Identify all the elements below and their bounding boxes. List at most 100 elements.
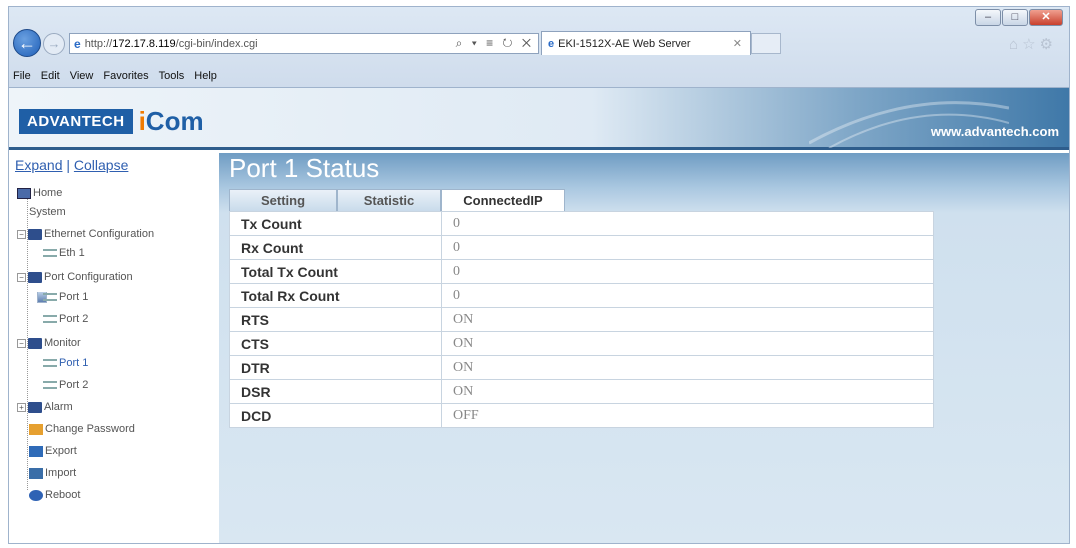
home-icon[interactable]: ⌂: [1009, 36, 1022, 53]
tree-item-export[interactable]: Export: [29, 443, 77, 459]
row-label: Rx Count: [229, 235, 442, 260]
tree-item-import[interactable]: Import: [29, 465, 76, 481]
tree-item-monitor-port1[interactable]: Port 1: [43, 355, 88, 371]
tree-item-eth1[interactable]: Eth 1: [43, 245, 85, 261]
row-label: Tx Count: [229, 211, 442, 236]
serial-port-icon: [43, 359, 57, 367]
export-icon: [29, 445, 43, 457]
forward-button[interactable]: →: [43, 33, 65, 55]
collapse-link[interactable]: Collapse: [74, 157, 128, 173]
tree-item-port-config-port2[interactable]: Port 2: [43, 311, 88, 327]
url-path: /cgi-bin/index.cgi: [175, 37, 258, 50]
tree-item-port-configuration[interactable]: − Port Configuration: [17, 269, 133, 285]
tab-connectedip[interactable]: ConnectedIP: [441, 189, 565, 211]
banner-site-url: www.advantech.com: [930, 124, 1059, 139]
row-value: 0: [441, 283, 934, 308]
row-value: OFF: [441, 403, 934, 428]
expand-collapse-links: Expand | Collapse: [9, 153, 219, 173]
address-bar[interactable]: e http://172.17.8.119/cgi-bin/index.cgi …: [69, 33, 539, 54]
status-tabs: Setting Statistic ConnectedIP: [229, 189, 565, 211]
menu-tools[interactable]: Tools: [159, 70, 185, 82]
logo-icom: iCom: [138, 106, 204, 136]
row-value: 0: [441, 211, 934, 236]
tree-item-monitor[interactable]: − Monitor: [17, 335, 81, 351]
menu-bar: File Edit View Favorites Tools Help: [9, 65, 1069, 87]
row-label: RTS: [229, 307, 442, 332]
main-content: Port 1 Status Setting Statistic Connecte…: [219, 153, 1069, 543]
toolbar-icons: ⌂☆⚙: [1009, 35, 1057, 53]
status-table: Tx Count 0 Rx Count 0 Total Tx Count 0 Tota…: [229, 211, 934, 428]
serial-port-icon: [43, 293, 57, 301]
serial-port-icon: [43, 315, 57, 323]
menu-favorites[interactable]: Favorites: [103, 70, 148, 82]
gear-icon[interactable]: ⚙: [1040, 36, 1057, 53]
home-icon: [17, 187, 31, 199]
folder-icon: [28, 271, 42, 283]
back-button[interactable]: ←: [13, 29, 41, 57]
new-tab-button[interactable]: [751, 33, 781, 54]
collapse-toggle-icon[interactable]: −: [17, 338, 26, 348]
table-row: Total Tx Count 0: [229, 259, 934, 284]
menu-help[interactable]: Help: [194, 70, 217, 82]
arrow-right-icon: →: [47, 36, 61, 51]
url-prefix: http://: [84, 37, 113, 50]
folder-icon: [28, 228, 42, 240]
row-label: DTR: [229, 355, 442, 380]
tree-item-port-config-port1[interactable]: Port 1: [43, 289, 88, 305]
star-icon[interactable]: ☆: [1022, 36, 1039, 53]
menu-view[interactable]: View: [70, 70, 94, 82]
menu-file[interactable]: File: [13, 70, 31, 82]
banner: ADVANTECH iCom www.advantech.com: [9, 88, 1069, 150]
import-icon: [29, 467, 43, 479]
row-value: ON: [441, 307, 934, 332]
tree-item-change-password[interactable]: Change Password: [29, 421, 135, 437]
browser-tab[interactable]: e EKI-1512X-AE Web Server ✕: [541, 31, 751, 55]
collapse-toggle-icon[interactable]: −: [17, 272, 26, 282]
folder-icon: [28, 337, 42, 349]
maximize-button[interactable]: □: [1002, 9, 1028, 26]
table-row: CTS ON: [229, 331, 934, 356]
url-host: 172.17.8.119: [112, 37, 176, 50]
tree-item-alarm[interactable]: + Alarm: [17, 399, 73, 415]
ie-logo-icon: e: [548, 37, 555, 50]
close-window-button[interactable]: ✕: [1029, 9, 1063, 26]
tree-item-reboot[interactable]: Reboot: [29, 487, 80, 503]
tree-item-ethernet-configuration[interactable]: − Ethernet Configuration: [17, 226, 154, 242]
plug-icon: [43, 249, 57, 257]
window-controls: – □ ✕: [975, 9, 1063, 26]
tab-statistic[interactable]: Statistic: [337, 189, 441, 211]
tree-item-monitor-port2[interactable]: Port 2: [43, 377, 88, 393]
table-row: Total Rx Count 0: [229, 283, 934, 308]
reboot-icon: [29, 489, 43, 501]
tab-title: EKI-1512X-AE Web Server: [558, 37, 691, 50]
table-row: Rx Count 0: [229, 235, 934, 260]
tree-item-system[interactable]: System: [29, 204, 66, 303]
row-value: 0: [441, 235, 934, 260]
logo-advantech: ADVANTECH: [19, 109, 133, 134]
sidebar: Expand | Collapse Home System − Ethernet …: [9, 153, 219, 543]
table-row: DTR ON: [229, 355, 934, 380]
serial-port-icon: [43, 381, 57, 389]
table-row: DSR ON: [229, 379, 934, 404]
browser-chrome: – □ ✕ ← → e http://172.17.8.119/cgi-bin/…: [8, 6, 1070, 88]
web-page: ADVANTECH iCom www.advantech.com Expand …: [8, 88, 1070, 544]
row-label: Total Rx Count: [229, 283, 442, 308]
collapse-toggle-icon[interactable]: −: [17, 229, 26, 239]
tab-setting[interactable]: Setting: [229, 189, 337, 211]
table-row: DCD OFF: [229, 403, 934, 428]
minimize-button[interactable]: –: [975, 9, 1001, 26]
expand-link[interactable]: Expand: [15, 157, 62, 173]
expand-toggle-icon[interactable]: +: [17, 402, 26, 412]
row-label: Total Tx Count: [229, 259, 442, 284]
table-row: RTS ON: [229, 307, 934, 332]
tree-item-home[interactable]: Home: [17, 185, 62, 201]
tab-close-icon[interactable]: ✕: [733, 37, 742, 50]
banner-swoosh-graphic: [809, 101, 1009, 148]
arrow-left-icon: ←: [18, 33, 36, 53]
page-title: Port 1 Status: [229, 153, 380, 183]
row-value: ON: [441, 379, 934, 404]
address-tools-icons[interactable]: ⌕ ▾ ≡ ↻ ✕: [456, 36, 534, 51]
menu-edit[interactable]: Edit: [41, 70, 60, 82]
row-value: 0: [441, 259, 934, 284]
advantech-icom-logo: ADVANTECH iCom: [19, 106, 204, 137]
